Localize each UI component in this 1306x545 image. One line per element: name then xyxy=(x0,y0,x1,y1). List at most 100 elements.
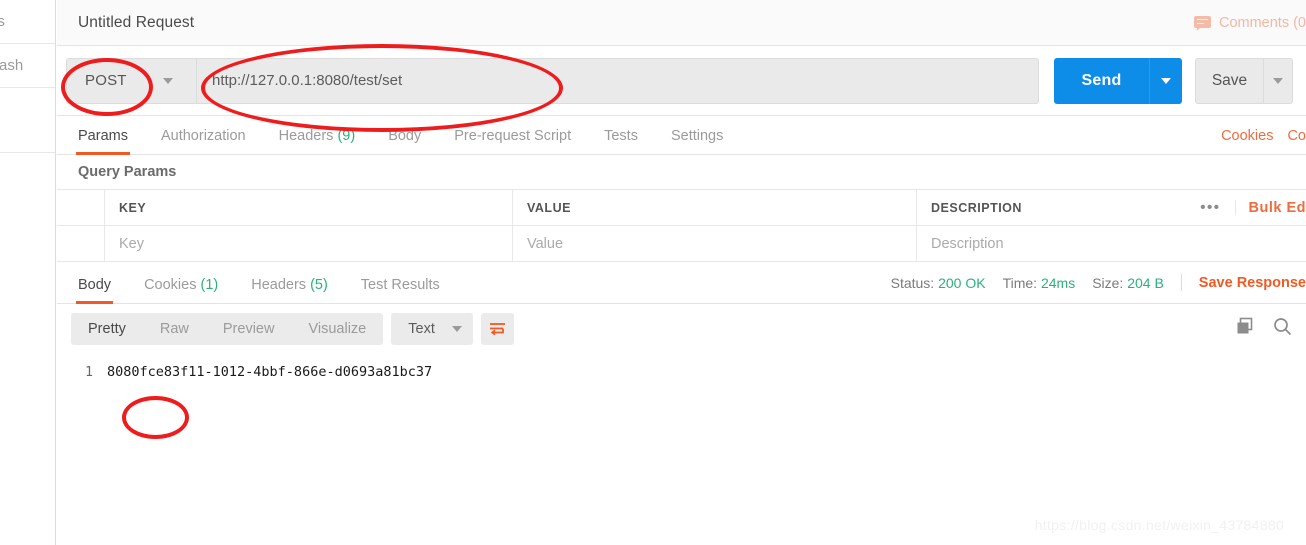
annotation-ellipse-url xyxy=(201,44,563,132)
format-select[interactable]: Text xyxy=(391,313,473,345)
tab-authorization[interactable]: Authorization xyxy=(161,128,246,154)
status-value: 200 OK xyxy=(938,274,986,291)
search-button[interactable] xyxy=(1273,317,1292,341)
comment-icon xyxy=(1193,15,1211,31)
response-tab-headers[interactable]: Headers (5) xyxy=(251,277,328,303)
key-input[interactable]: Key xyxy=(105,226,513,261)
tab-label: Authorization xyxy=(160,128,246,144)
save-group: Save xyxy=(1195,57,1293,104)
word-wrap-icon xyxy=(489,323,505,336)
chevron-down-icon xyxy=(451,326,462,332)
tab-count: (1) xyxy=(200,277,219,293)
tab-label: Headers xyxy=(251,277,307,293)
comments-label: Comments (0 xyxy=(1218,15,1306,31)
postman-window: ls rash Untitled Request Comments (0 POS… xyxy=(0,0,1306,545)
size-value: 204 B xyxy=(1127,274,1164,291)
tab-count: (5) xyxy=(310,277,328,293)
column-header-key: KEY xyxy=(105,190,513,225)
tab-settings[interactable]: Settings xyxy=(671,128,723,154)
sidebar-item-label: rash xyxy=(0,57,24,74)
description-input[interactable]: Description xyxy=(917,226,1306,261)
size-group: Size: 204 B xyxy=(1092,275,1164,291)
send-options-button[interactable] xyxy=(1149,57,1182,104)
column-header-value: VALUE xyxy=(513,190,917,225)
response-tabs: Body Cookies (1) Headers (5) Test Result… xyxy=(57,262,1306,304)
tab-label: Tests xyxy=(604,128,638,144)
body-view-pretty[interactable]: Pretty xyxy=(71,313,143,345)
ellipsis-icon[interactable]: ••• xyxy=(1186,200,1236,215)
code-line: 1 8080fce83f11-1012-4bbf-866e-d0693a81bc… xyxy=(57,364,1306,380)
tab-tests[interactable]: Tests xyxy=(604,128,638,154)
table-header-row: KEY VALUE DESCRIPTION ••• Bulk Ed xyxy=(57,190,1306,226)
tab-label: Body xyxy=(78,277,112,293)
response-tab-cookies[interactable]: Cookies (1) xyxy=(144,277,218,303)
comments-button[interactable]: Comments (0 xyxy=(1193,0,1306,46)
annotation-ellipse-method xyxy=(61,58,153,116)
request-header: Untitled Request Comments (0 xyxy=(57,0,1306,46)
tab-pre-request-script[interactable]: Pre-request Script xyxy=(454,128,571,154)
response-body-toolbar: Pretty Raw Preview Visualize Text xyxy=(57,304,1306,354)
line-number: 1 xyxy=(85,365,93,380)
response-tab-test-results[interactable]: Test Results xyxy=(361,277,440,303)
time-label: Time: xyxy=(1002,274,1038,291)
tab-params[interactable]: Params xyxy=(76,128,130,155)
chevron-down-icon xyxy=(162,77,173,84)
response-meta: Status: 200 OK Time: 24ms Size: 204 B Sa… xyxy=(891,274,1306,291)
sidebar-divider xyxy=(0,88,55,153)
time-group: Time: 24ms xyxy=(1003,275,1076,291)
word-wrap-button[interactable] xyxy=(480,313,514,345)
tab-label: Params xyxy=(78,128,128,144)
send-button[interactable]: Send xyxy=(1054,57,1149,104)
divider xyxy=(1180,274,1182,291)
body-view-preview[interactable]: Preview xyxy=(206,313,292,345)
sidebar-item-trash[interactable]: rash xyxy=(0,44,55,88)
request-tabs-actions: Cookies Co xyxy=(1221,128,1306,144)
search-icon xyxy=(1274,318,1292,336)
save-button[interactable]: Save xyxy=(1195,57,1263,104)
status-label: Status: xyxy=(890,274,935,291)
code-link[interactable]: Co xyxy=(1287,128,1306,144)
copy-button[interactable] xyxy=(1236,317,1255,341)
format-value: Text xyxy=(408,321,435,337)
tab-label: Headers xyxy=(278,128,334,144)
tab-headers[interactable]: Headers (9) xyxy=(279,128,356,154)
page-title: Untitled Request xyxy=(78,13,195,31)
sidebar-item-environments[interactable]: ls xyxy=(0,0,55,44)
response-body[interactable]: 1 8080fce83f11-1012-4bbf-866e-d0693a81bc… xyxy=(57,354,1306,380)
tab-label: Pre-request Script xyxy=(454,128,572,144)
chevron-down-icon xyxy=(1273,77,1283,84)
body-view-visualize[interactable]: Visualize xyxy=(291,313,383,345)
query-params-label: Query Params xyxy=(78,164,177,180)
copy-icon xyxy=(1237,317,1253,334)
chevron-down-icon xyxy=(1161,77,1171,84)
body-toolbar-actions xyxy=(1236,304,1298,354)
request-tabs: Params Authorization Headers (9) Body Pr… xyxy=(57,116,1306,155)
time-value: 24ms xyxy=(1040,274,1076,291)
save-options-button[interactable] xyxy=(1263,57,1293,104)
select-all-cell[interactable] xyxy=(57,190,105,225)
description-tools: ••• Bulk Ed xyxy=(1186,190,1306,225)
annotation-ellipse-response-prefix xyxy=(122,396,189,439)
value-input[interactable]: Value xyxy=(513,226,917,261)
line-text: 8080fce83f11-1012-4bbf-866e-d0693a81bc37 xyxy=(107,364,433,380)
column-header-description-label: DESCRIPTION xyxy=(931,200,1022,215)
cookies-link[interactable]: Cookies xyxy=(1221,128,1273,144)
table-row: Key Value Description xyxy=(57,226,1306,262)
row-checkbox-cell[interactable] xyxy=(57,226,105,261)
watermark: https://blog.csdn.net/weixin_43784880 xyxy=(1034,517,1284,533)
column-header-description: DESCRIPTION ••• Bulk Ed xyxy=(917,190,1306,225)
tab-label: Test Results xyxy=(360,277,440,293)
tab-label: Settings xyxy=(670,128,724,144)
tab-label: Cookies xyxy=(144,277,197,293)
body-view-switcher: Pretty Raw Preview Visualize xyxy=(71,313,384,345)
sidebar: ls rash xyxy=(0,0,56,545)
sidebar-item-label: ls xyxy=(0,13,5,30)
size-label: Size: xyxy=(1092,274,1124,291)
query-params-table: KEY VALUE DESCRIPTION ••• Bulk Ed Key Va… xyxy=(57,189,1306,262)
status-group: Status: 200 OK xyxy=(891,275,986,291)
body-view-raw[interactable]: Raw xyxy=(143,313,206,345)
save-response-button[interactable]: Save Response xyxy=(1199,275,1306,291)
send-group: Send xyxy=(1054,57,1182,104)
bulk-edit-link[interactable]: Bulk Ed xyxy=(1236,200,1306,216)
response-tab-body[interactable]: Body xyxy=(75,277,114,304)
